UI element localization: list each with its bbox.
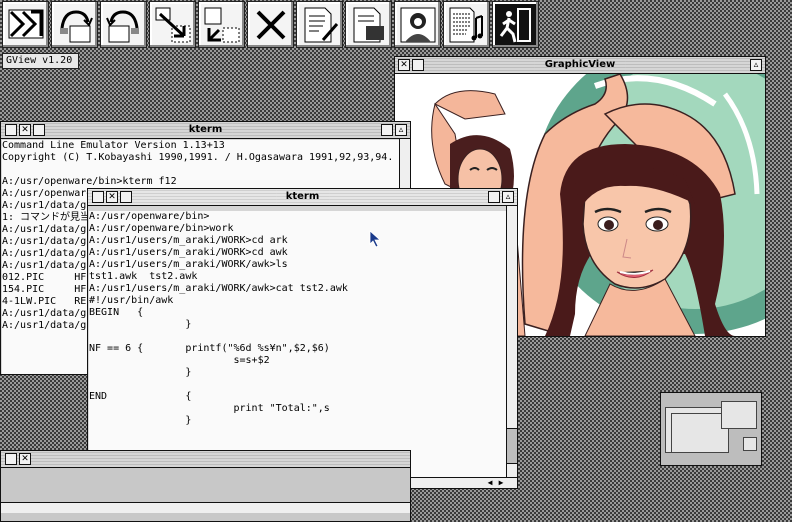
maximize-box[interactable] (381, 124, 393, 136)
fold-up-icon (59, 9, 93, 42)
exit-door-icon (499, 7, 531, 42)
desktop-pager[interactable] (660, 392, 762, 466)
terminal-line: BEGIN { (89, 307, 144, 318)
terminal-line: } (89, 367, 192, 378)
terminal-line: END { (89, 391, 192, 402)
document-image-button[interactable] (345, 1, 392, 48)
terminal-line: Command Line Emulator Version 1.13+13 (2, 140, 225, 151)
window-title: kterm (275, 189, 330, 205)
zoom-box[interactable]: ▵ (395, 124, 407, 136)
graphicview-titlebar[interactable]: ✕ GraphicView ▵ (395, 57, 765, 74)
shrink-window-button[interactable] (149, 1, 196, 48)
menu-box[interactable] (33, 124, 45, 136)
expand-window-icon (204, 7, 239, 42)
close-button[interactable] (247, 1, 294, 48)
minimize-box[interactable] (5, 453, 17, 465)
kterm-front-window[interactable]: ✕ kterm ▵ A:/usr/openware/bin> A:/usr/op… (87, 188, 518, 489)
document-image-icon (353, 7, 384, 42)
terminal-line: print "Total:",s (89, 403, 330, 414)
window-title: kterm (178, 122, 233, 138)
gview-version-label: GView v1.20 (2, 53, 79, 69)
terminal-line: } (89, 319, 192, 330)
kterm-back-titlebar[interactable]: ✕ kterm ▵ (1, 122, 410, 139)
terminal-line: A:/usr/openware/bin>kterm f12 (2, 176, 177, 187)
pager-window[interactable] (743, 437, 757, 451)
window-title: GraphicView (534, 57, 626, 73)
terminal-line: 1: コマンドが見当 (2, 212, 91, 223)
terminal-line: tst1.awk tst2.awk (89, 271, 198, 282)
exit-button[interactable] (492, 1, 539, 48)
scroll-thumb[interactable] (507, 428, 517, 464)
terminal-line: NF == 6 { printf("%6d %s¥n",$2,$6) (89, 343, 330, 354)
document-edit-button[interactable] (296, 1, 343, 48)
terminal-line: Copyright (C) T.Kobayashi 1990,1991. / H… (2, 152, 394, 163)
scroll-left-arrow[interactable]: ◀ (485, 478, 495, 488)
expand-window-button[interactable] (198, 1, 245, 48)
minimize-box[interactable] (92, 191, 104, 203)
terminal-line: A:/usr1/users/m_araki/WORK/awk>ls (89, 259, 288, 270)
app-logo-button[interactable] (2, 1, 49, 48)
close-box[interactable]: ✕ (19, 124, 31, 136)
zoom-box[interactable]: ▵ (750, 59, 762, 71)
terminal-line: #!/usr/bin/awk (89, 295, 174, 306)
close-x-icon (256, 10, 285, 39)
maximize-box[interactable] (488, 191, 500, 203)
close-box[interactable]: ✕ (106, 191, 118, 203)
portrait-image-icon (400, 7, 435, 42)
music-sheet-button[interactable] (443, 1, 490, 48)
terminal-line: A:/usr/openware/bin> (89, 211, 210, 222)
kterm-front-titlebar[interactable]: ✕ kterm ▵ (88, 189, 517, 206)
fold-down-icon (105, 9, 139, 42)
minimized-titlebar[interactable]: ✕ (1, 451, 410, 468)
terminal-line: A:/usr1/users/m_araki/WORK/awk>cat tst2.… (89, 283, 348, 294)
app-logo-icon (8, 9, 43, 38)
close-box[interactable]: ✕ (19, 453, 31, 465)
scroll-right-arrow[interactable]: ▶ (496, 478, 506, 488)
terminal-line: } (89, 415, 192, 426)
music-sheet-icon (449, 7, 483, 42)
menu-box[interactable] (120, 191, 132, 203)
shrink-window-icon (155, 7, 190, 42)
mouse-pointer-icon (369, 230, 382, 248)
toolbar (0, 0, 541, 52)
portrait-image-button[interactable] (394, 1, 441, 48)
terminal-line: A:/usr/openware/bin>work (89, 223, 234, 234)
minimized-window[interactable]: ✕ (0, 450, 411, 522)
terminal-line: A:/usr1/users/m_araki/WORK>cd ark (89, 235, 288, 246)
minimize-box[interactable] (5, 124, 17, 136)
close-box[interactable]: ✕ (398, 59, 410, 71)
terminal-line: A:/usr1/users/m_araki/WORK>cd awk (89, 247, 288, 258)
vertical-scrollbar[interactable] (506, 206, 517, 478)
document-edit-icon (304, 7, 338, 42)
kterm-front-output[interactable]: A:/usr/openware/bin> A:/usr/openware/bin… (89, 211, 506, 477)
zoom-box[interactable]: ▵ (502, 191, 514, 203)
horizontal-scrollbar[interactable] (1, 502, 410, 513)
terminal-line: s=s+$2 (89, 355, 270, 366)
fold-down-button[interactable] (100, 1, 147, 48)
minimize-box[interactable] (412, 59, 424, 71)
fold-up-button[interactable] (51, 1, 98, 48)
pager-window[interactable] (721, 401, 757, 429)
